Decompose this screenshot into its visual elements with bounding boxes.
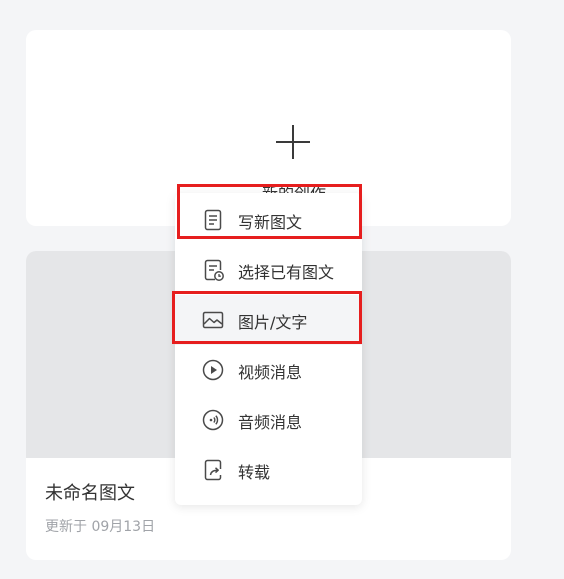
menu-item-new-article[interactable]: 写新图文 xyxy=(175,195,362,245)
draft-title: 未命名图文 xyxy=(45,483,135,504)
create-menu: 写新图文 选择已有图文 图片/文字 视频消息 音频消息 转载 xyxy=(175,193,362,505)
plus-icon xyxy=(276,125,310,159)
menu-item-label: 图片/文字 xyxy=(238,313,308,332)
play-circle-icon xyxy=(201,358,225,382)
image-icon xyxy=(201,308,225,332)
menu-item-label: 视频消息 xyxy=(238,363,303,382)
menu-item-label: 转载 xyxy=(238,463,271,482)
menu-item-label: 音频消息 xyxy=(238,413,303,432)
menu-item-label: 选择已有图文 xyxy=(238,263,335,282)
menu-item-repost[interactable]: 转载 xyxy=(175,445,362,495)
draft-updated-date: 更新于 09月13日 xyxy=(45,519,156,535)
document-icon xyxy=(201,208,225,232)
menu-item-video-message[interactable]: 视频消息 xyxy=(175,345,362,395)
menu-item-label: 写新图文 xyxy=(238,213,303,232)
document-clock-icon xyxy=(201,258,225,282)
menu-item-select-existing[interactable]: 选择已有图文 xyxy=(175,245,362,295)
menu-item-image-text[interactable]: 图片/文字 xyxy=(175,295,362,345)
menu-item-audio-message[interactable]: 音频消息 xyxy=(175,395,362,445)
audio-circle-icon xyxy=(201,408,225,432)
share-document-icon xyxy=(201,458,225,482)
